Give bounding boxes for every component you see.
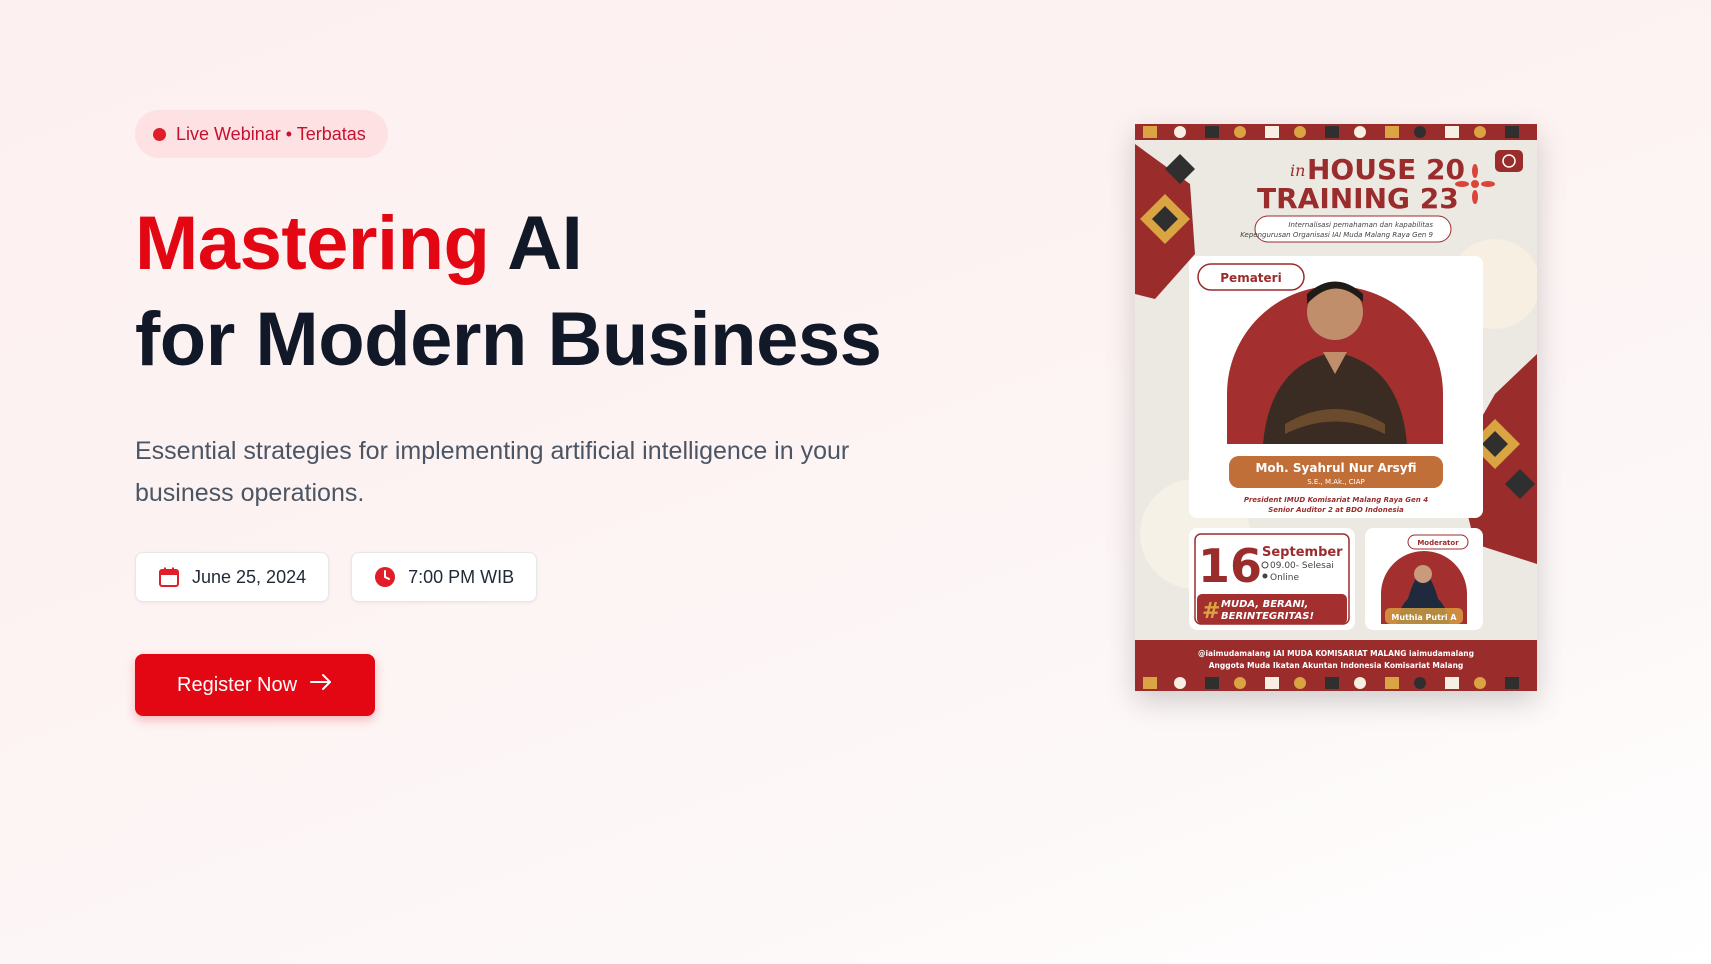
bottom-pattern-border <box>1135 675 1537 691</box>
poster-month: September <box>1262 545 1343 560</box>
hero-subtitle: Essential strategies for implementing ar… <box>135 437 850 507</box>
hero-section: Live Webinar • Terbatas Mastering AI for… <box>135 110 955 716</box>
poster-tagline-2: Kepengurusan Organisasi IAI Muda Malang … <box>1240 231 1433 239</box>
speaker-degree: S.E., M.Ak., CIAP <box>1307 478 1365 486</box>
speaker-label: Pemateri <box>1220 271 1281 285</box>
event-meta: June 25, 2024 7:00 PM WIB <box>135 552 955 602</box>
poster-mode: Online <box>1270 573 1299 583</box>
time-chip: 7:00 PM WIB <box>351 552 538 602</box>
title-rest: AI <box>489 201 583 286</box>
poster-day: 16 <box>1198 539 1262 593</box>
poster-tagline-1: Internalisasi pemahaman dan kapabilitas <box>1288 221 1433 229</box>
speaker-name: Moh. Syahrul Nur Arsyfi <box>1255 461 1416 475</box>
speaker-role-1: President IMUD Komisariat Malang Raya Ge… <box>1244 496 1428 504</box>
footer-line-1: @iaimudamalang IAI MUDA KOMISARIAT MALAN… <box>1198 649 1474 658</box>
title-accent: Mastering <box>135 201 490 286</box>
footer-line-2: Anggota Muda Ikatan Akuntan Indonesia Ko… <box>1209 661 1464 670</box>
poster-time: 09.00- Selesai <box>1270 561 1334 571</box>
hashtag-line-2: BERINTEGRITAS! <box>1221 611 1314 622</box>
hashtag-line-1: MUDA, BERANI, <box>1221 599 1308 610</box>
arrow-right-icon <box>309 673 333 697</box>
title-line-2: for Modern Business <box>135 297 882 382</box>
calendar-icon <box>158 566 180 588</box>
event-time: 7:00 PM WIB <box>408 566 515 587</box>
hashtag-icon: # <box>1202 599 1220 624</box>
page-title: Mastering AI for Modern Business <box>135 196 955 388</box>
event-date: June 25, 2024 <box>192 566 307 587</box>
top-pattern-border <box>1135 124 1537 140</box>
speaker-role-2: Senior Auditor 2 at BDO Indonesia <box>1268 506 1404 514</box>
live-webinar-badge: Live Webinar • Terbatas <box>135 110 388 158</box>
live-dot-icon <box>153 127 166 141</box>
poster-artwork: in HOUSE 20 TRAINING 23 Internalisasi pe… <box>1135 124 1537 691</box>
poster-footer <box>1135 640 1537 676</box>
small-user-icon <box>1262 573 1268 579</box>
event-poster: in HOUSE 20 TRAINING 23 Internalisasi pe… <box>1135 124 1537 691</box>
register-label: Register Now <box>177 673 298 696</box>
badge-label: Live Webinar • Terbatas <box>176 123 366 144</box>
poster-title-line2: TRAINING 23 <box>1257 182 1459 215</box>
clock-icon <box>374 566 396 588</box>
register-button[interactable]: Register Now <box>135 654 376 716</box>
moderator-label: Moderator <box>1417 539 1459 547</box>
org-logo <box>1495 150 1523 172</box>
moderator-name: Muthia Putri A <box>1391 613 1457 622</box>
poster-title-prefix: in <box>1290 161 1305 180</box>
date-chip: June 25, 2024 <box>135 552 330 602</box>
